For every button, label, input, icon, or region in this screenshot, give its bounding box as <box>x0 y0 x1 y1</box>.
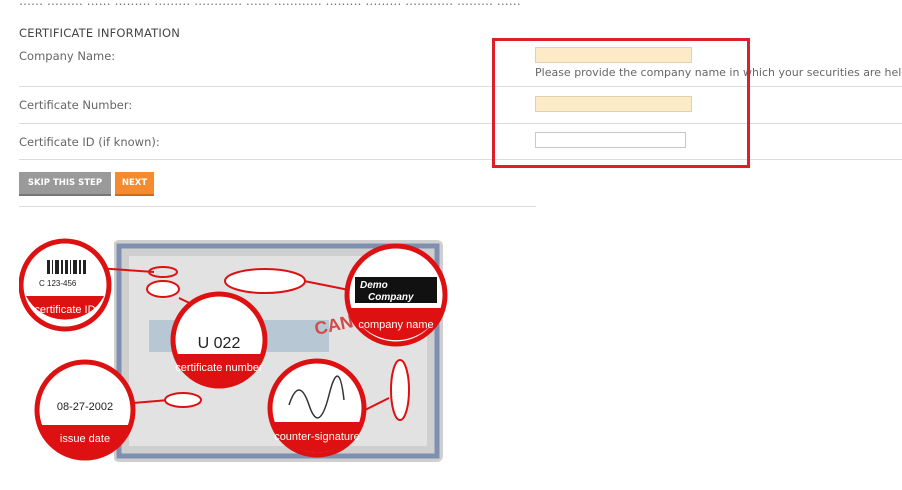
section-title: CERTIFICATE INFORMATION <box>19 26 181 40</box>
issue-date-mark <box>164 392 202 408</box>
company-name-mark <box>224 268 306 294</box>
divider <box>19 123 902 124</box>
skip-step-button[interactable]: SKIP THIS STEP <box>19 172 111 196</box>
divider <box>19 86 902 87</box>
svg-text:Demo: Demo <box>360 280 388 291</box>
svg-text:U 022: U 022 <box>198 335 241 352</box>
svg-text:counter-signature: counter-signature <box>274 431 360 443</box>
next-button[interactable]: NEXT <box>115 172 154 196</box>
divider <box>19 159 902 160</box>
svg-text:Company: Company <box>368 292 414 303</box>
svg-text:C 123-456: C 123-456 <box>39 279 77 288</box>
highlight-box <box>492 38 750 168</box>
clipped-intro-text: …… ……… …… ……… ……… ………… …… ………… ……… ……… …… <box>19 0 521 8</box>
svg-text:08-27-2002: 08-27-2002 <box>57 401 113 413</box>
svg-text:certificate ID: certificate ID <box>34 304 95 316</box>
svg-text:certificate number: certificate number <box>175 362 263 374</box>
certificate-id-label: Certificate ID (if known): <box>19 135 160 149</box>
svg-text:issue date: issue date <box>60 433 110 445</box>
certificate-number-mark <box>146 280 180 298</box>
certificate-illustration: CANC C 123-456 certificate ID Demo Compa… <box>18 230 449 474</box>
certificate-number-label: Certificate Number: <box>19 98 133 112</box>
svg-text:company name: company name <box>358 319 433 331</box>
company-name-label: Company Name: <box>19 49 116 63</box>
countersignature-mark <box>390 359 410 421</box>
divider <box>19 206 536 207</box>
